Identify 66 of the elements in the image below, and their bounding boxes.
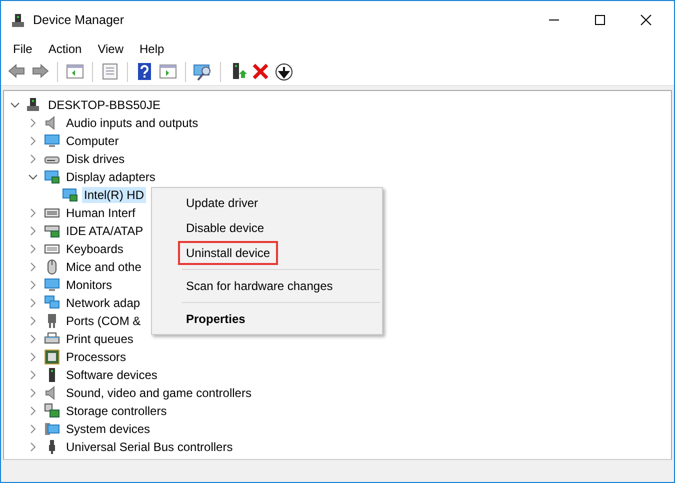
tree-item[interactable]: Computer bbox=[64, 133, 121, 149]
expand-chevron-icon[interactable] bbox=[28, 298, 38, 308]
expand-chevron-icon[interactable] bbox=[28, 154, 38, 164]
tree-item[interactable]: DESKTOP-BBS50JE bbox=[46, 97, 162, 113]
device-icon bbox=[44, 421, 60, 437]
menu-item[interactable]: View bbox=[92, 42, 130, 56]
tree-item[interactable]: System devices bbox=[64, 421, 152, 437]
expand-chevron-icon[interactable] bbox=[28, 262, 38, 272]
expand-chevron-icon[interactable] bbox=[28, 118, 38, 128]
expand-chevron-icon[interactable] bbox=[28, 370, 38, 380]
tree-item[interactable]: Keyboards bbox=[64, 241, 126, 257]
download-icon[interactable] bbox=[274, 62, 294, 82]
tree-item[interactable]: Intel(R) HD bbox=[82, 187, 146, 203]
display-adapter-icon bbox=[62, 187, 78, 203]
maximize-icon[interactable] bbox=[594, 14, 606, 26]
tree-item[interactable]: Universal Serial Bus controllers bbox=[64, 439, 235, 455]
expand-chevron-icon[interactable] bbox=[28, 136, 38, 146]
tree-item[interactable]: Human Interf bbox=[64, 205, 138, 221]
tree-item[interactable]: Monitors bbox=[64, 277, 114, 293]
device-icon bbox=[44, 403, 60, 419]
expand-chevron-icon[interactable] bbox=[28, 226, 38, 236]
device-icon bbox=[44, 295, 60, 311]
tree-item[interactable]: Storage controllers bbox=[64, 403, 169, 419]
device-icon bbox=[44, 223, 60, 239]
tree-item[interactable]: Disk drives bbox=[64, 151, 127, 167]
menu-item[interactable]: Update driver bbox=[178, 191, 266, 215]
expand-chevron-icon[interactable] bbox=[28, 244, 38, 254]
expand-chevron-icon[interactable] bbox=[28, 406, 38, 416]
close-icon[interactable] bbox=[640, 14, 652, 26]
tree-item[interactable]: Sound, video and game controllers bbox=[64, 385, 254, 401]
expand-chevron-icon[interactable] bbox=[28, 352, 38, 362]
menu-item[interactable]: Action bbox=[42, 42, 88, 56]
tree-item[interactable]: IDE ATA/ATAP bbox=[64, 223, 146, 239]
tree-item[interactable]: Mice and othe bbox=[64, 259, 144, 275]
expand-chevron-icon[interactable] bbox=[28, 442, 38, 452]
expand-chevron-icon[interactable] bbox=[28, 316, 38, 326]
tree-item[interactable]: Print queues bbox=[64, 331, 136, 347]
expand-chevron-icon[interactable] bbox=[28, 334, 38, 344]
tree-item[interactable]: Processors bbox=[64, 349, 128, 365]
collapse-chevron-icon[interactable] bbox=[28, 172, 38, 182]
collapse-chevron-icon[interactable] bbox=[10, 100, 20, 110]
uninstall-icon[interactable] bbox=[251, 62, 271, 82]
expand-chevron-icon[interactable] bbox=[28, 424, 38, 434]
tree-item[interactable]: Ports (COM & bbox=[64, 313, 143, 329]
computer-icon bbox=[11, 13, 25, 27]
menu-item[interactable]: Disable device bbox=[178, 216, 272, 240]
computer-icon bbox=[26, 97, 42, 113]
properties-icon[interactable] bbox=[100, 62, 120, 82]
expand-chevron-icon[interactable] bbox=[28, 208, 38, 218]
menu-item[interactable]: Scan for hardware changes bbox=[178, 274, 341, 298]
expand-chevron-icon[interactable] bbox=[28, 280, 38, 290]
device-icon bbox=[44, 169, 60, 185]
device-icon bbox=[44, 133, 60, 149]
device-icon bbox=[44, 349, 60, 365]
device-icon bbox=[44, 277, 60, 293]
menu-item[interactable]: File bbox=[7, 42, 38, 56]
tree-item[interactable]: Audio inputs and outputs bbox=[64, 115, 200, 131]
tree-item[interactable]: Display adapters bbox=[64, 169, 158, 185]
menu-item[interactable]: Uninstall device bbox=[178, 241, 278, 265]
scan-icon[interactable] bbox=[193, 62, 213, 82]
tree-item[interactable]: Network adap bbox=[64, 295, 142, 311]
expand-chevron-icon[interactable] bbox=[28, 388, 38, 398]
menu-item[interactable]: Properties bbox=[178, 307, 254, 331]
menu-item[interactable]: Help bbox=[134, 42, 170, 56]
tree-item[interactable]: Software devices bbox=[64, 367, 160, 383]
window-title: Device Manager bbox=[33, 13, 124, 27]
